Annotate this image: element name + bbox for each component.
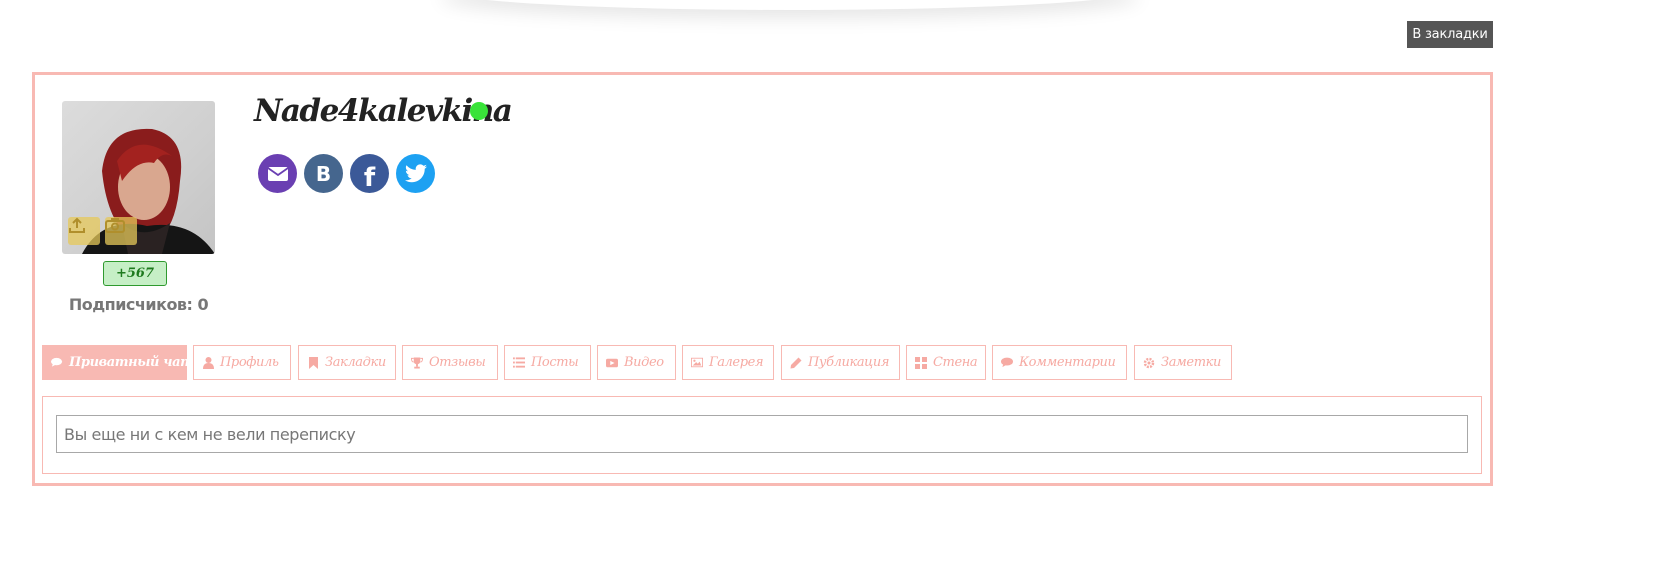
grid-icon	[915, 356, 927, 369]
tab-label: Комментарии	[1019, 355, 1116, 370]
chat-empty-message: Вы еще ни с кем не вели переписку	[56, 415, 1468, 453]
tab-label: Стена	[933, 355, 978, 370]
tab-label: Приватный чат	[69, 355, 194, 370]
tab-video[interactable]: Видео	[597, 345, 676, 380]
profile-card: +567 Подписчиков: 0 Nade4kalevkina B f П…	[32, 72, 1493, 486]
add-bookmark-button[interactable]: В закладки	[1407, 21, 1493, 48]
pencil-icon	[790, 357, 802, 369]
trophy-icon	[411, 356, 423, 369]
tab-bookmarks[interactable]: Закладки	[298, 345, 396, 380]
camera-icon[interactable]	[105, 217, 137, 245]
tab-label: Видео	[624, 355, 664, 370]
user-icon	[202, 356, 214, 369]
facebook-icon[interactable]: f	[350, 154, 389, 193]
tab-reviews[interactable]: Отзывы	[402, 345, 498, 380]
mail-icon[interactable]	[258, 154, 297, 193]
tab-gallery[interactable]: Галерея	[682, 345, 774, 380]
image-icon	[691, 357, 703, 369]
upload-icon[interactable]	[68, 217, 100, 245]
followers-count: Подписчиков: 0	[68, 295, 209, 314]
online-status-icon	[470, 102, 488, 120]
tab-comments[interactable]: Комментарии	[992, 345, 1127, 380]
bookmark-icon	[307, 356, 319, 369]
tab-notes[interactable]: Заметки	[1134, 345, 1232, 380]
tab-wall[interactable]: Стена	[906, 345, 986, 380]
vk-icon[interactable]: B	[304, 154, 343, 193]
tab-label: Профиль	[220, 355, 279, 370]
tab-label: Посты	[531, 355, 579, 370]
tab-posts[interactable]: Посты	[504, 345, 591, 380]
private-chat-panel: Вы еще ни с кем не вели переписку	[42, 396, 1482, 474]
tab-profile[interactable]: Профиль	[193, 345, 291, 380]
video-icon	[606, 357, 618, 369]
tab-label: Закладки	[325, 355, 386, 370]
tab-label: Публикация	[808, 355, 890, 370]
header-shadow	[440, 0, 1140, 10]
rating-badge: +567	[103, 261, 167, 286]
tab-private-chat[interactable]: Приватный чат	[42, 345, 194, 380]
comment-icon	[1001, 357, 1013, 369]
tab-label: Отзывы	[429, 355, 486, 370]
avatar[interactable]	[62, 101, 215, 254]
tab-publication[interactable]: Публикация	[781, 345, 900, 380]
tab-label: Галерея	[709, 355, 764, 370]
gear-icon	[1143, 357, 1155, 369]
twitter-icon[interactable]	[396, 154, 435, 193]
list-icon	[513, 357, 525, 369]
tab-label: Заметки	[1161, 355, 1221, 370]
chat-icon	[51, 357, 63, 369]
